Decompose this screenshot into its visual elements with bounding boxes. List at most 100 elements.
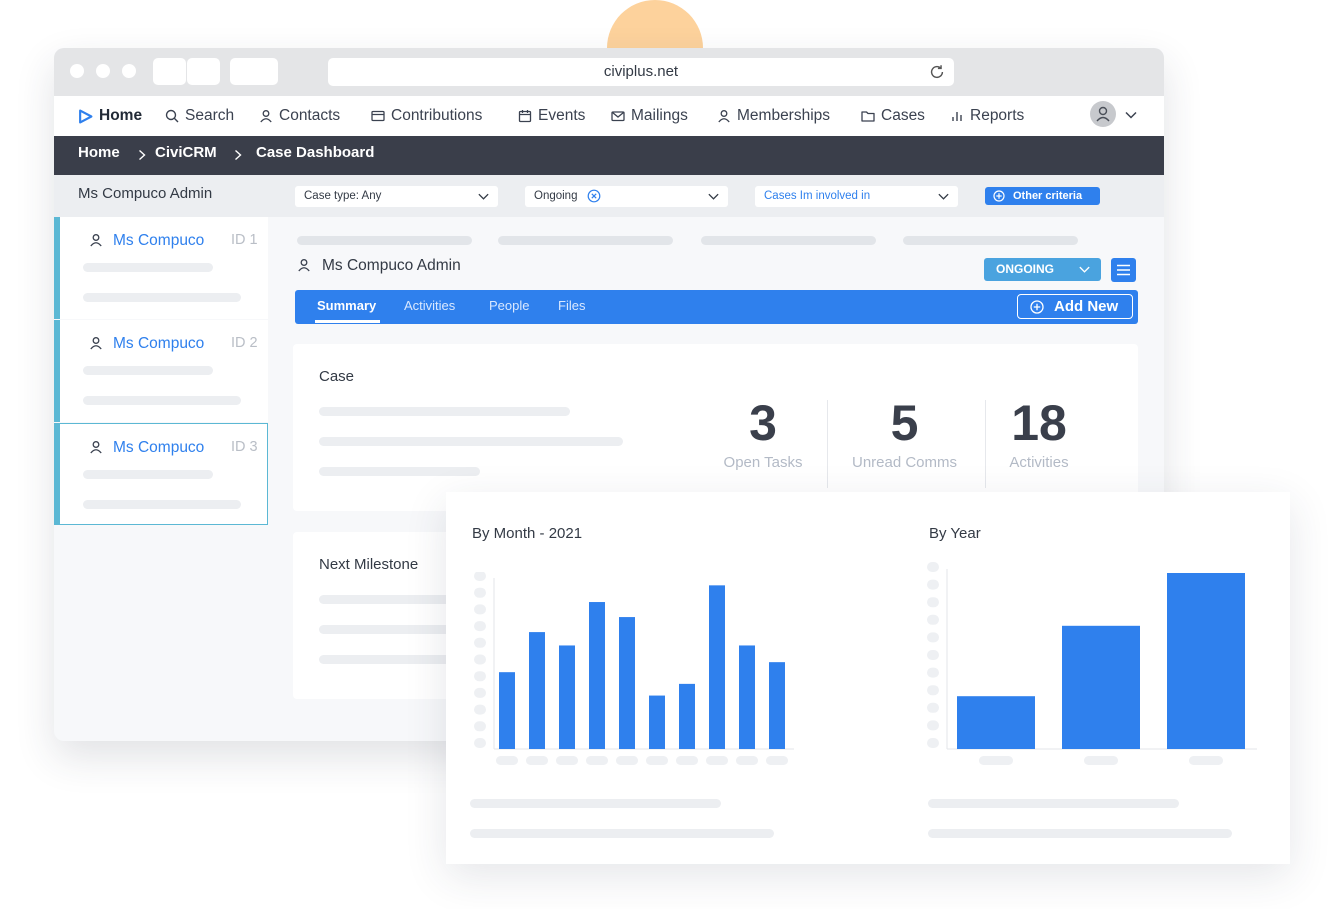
chart-bar	[769, 662, 785, 749]
window-maximize-dot[interactable]	[122, 64, 136, 78]
skeleton-line	[928, 799, 1179, 808]
nav-reports-label: Reports	[970, 107, 1025, 124]
url-text: civiplus.net	[603, 63, 679, 80]
chevron-down-icon	[478, 193, 489, 200]
user-icon	[90, 337, 102, 350]
y-tick-placeholder	[927, 632, 939, 643]
chart-bar	[559, 645, 575, 749]
nav-reports[interactable]: Reports	[950, 96, 1024, 136]
skeleton-line	[83, 293, 241, 302]
back-button[interactable]	[153, 58, 186, 85]
y-tick-placeholder	[474, 704, 486, 715]
y-tick-placeholder	[474, 621, 486, 632]
breadcrumb-case-dashboard[interactable]: Case Dashboard	[256, 136, 374, 170]
nav-cases-label: Cases	[881, 107, 925, 124]
menu-button[interactable]	[1111, 258, 1136, 282]
stage: civiplus.net Home Search Contacts Contri…	[0, 0, 1334, 909]
skeleton-line	[319, 595, 459, 604]
skeleton-line	[83, 500, 241, 509]
chart-bar	[1062, 625, 1140, 749]
main-nav: Home Search Contacts Contributions Event…	[54, 96, 1164, 136]
other-criteria-label: Other criteria	[1013, 190, 1083, 202]
tab-people[interactable]: People	[489, 290, 529, 322]
user-icon	[718, 110, 730, 123]
case-card-2[interactable]: Ms Compuco ID 2	[54, 320, 268, 422]
nav-home[interactable]: Home	[78, 96, 142, 136]
skeleton-line	[83, 366, 213, 375]
window-minimize-dot[interactable]	[96, 64, 110, 78]
skeleton-line	[498, 236, 673, 245]
nav-memberships[interactable]: Memberships	[717, 96, 830, 136]
window-close-dot[interactable]	[70, 64, 84, 78]
forward-button[interactable]	[187, 58, 220, 85]
user-avatar[interactable]	[1090, 101, 1116, 127]
y-tick-placeholder	[927, 614, 939, 625]
add-new-button[interactable]: Add New	[1017, 294, 1133, 319]
nav-home-label: Home	[99, 107, 143, 124]
breadcrumb-civicrm[interactable]: CiviCRM	[155, 136, 217, 170]
credit-card-icon	[371, 110, 385, 122]
breadcrumb-home[interactable]: Home	[78, 136, 120, 170]
chart-bar	[739, 645, 755, 749]
user-icon	[260, 110, 272, 123]
plus-circle-icon	[993, 190, 1005, 202]
status-select[interactable]: Ongoing	[525, 186, 728, 207]
case-card-3[interactable]: Ms Compuco ID 3	[54, 423, 268, 525]
skeleton-line	[319, 407, 570, 416]
nav-search[interactable]: Search	[165, 96, 234, 136]
case-card-1[interactable]: Ms Compuco ID 1	[54, 217, 268, 319]
user-icon	[298, 259, 310, 272]
hamburger-icon	[1117, 264, 1130, 276]
filter-bar: Ms Compuco Admin Case type: Any Ongoing …	[54, 175, 1164, 217]
x-tick-placeholder	[496, 756, 518, 765]
add-new-label: Add New	[1054, 298, 1119, 315]
url-bar[interactable]: civiplus.net	[328, 58, 954, 86]
chevron-right-icon	[139, 149, 146, 161]
nav-contacts[interactable]: Contacts	[259, 96, 340, 136]
nav-cases[interactable]: Cases	[861, 96, 925, 136]
nav-events[interactable]: Events	[518, 96, 585, 136]
case-type-select[interactable]: Case type: Any	[295, 186, 498, 207]
nav-mailings-label: Mailings	[631, 107, 688, 124]
reload-icon[interactable]	[928, 63, 946, 81]
tab-summary[interactable]: Summary	[317, 290, 376, 322]
y-tick-placeholder	[474, 637, 486, 648]
stat-open-tasks: 3 Open Tasks	[713, 396, 813, 471]
nav-contributions[interactable]: Contributions	[371, 96, 482, 136]
nav-search-label: Search	[185, 107, 235, 124]
y-tick-placeholder	[474, 721, 486, 732]
tabs-button[interactable]	[230, 58, 278, 85]
skeleton-line	[319, 467, 480, 476]
y-tick-placeholder	[474, 572, 486, 581]
skeleton-line	[928, 829, 1232, 838]
bar-chart-icon	[952, 112, 962, 121]
chevron-down-icon[interactable]	[1124, 108, 1138, 122]
skeleton-line	[470, 799, 721, 808]
monthly-bar-chart	[474, 572, 794, 765]
status-dropdown-button[interactable]: ONGOING	[984, 258, 1101, 281]
y-tick-placeholder	[927, 702, 939, 713]
chart-bar	[619, 617, 635, 749]
clear-circle-icon[interactable]	[587, 189, 601, 203]
y-tick-placeholder	[927, 720, 939, 731]
tab-activities[interactable]: Activities	[404, 290, 455, 322]
filter-title: Ms Compuco Admin	[78, 185, 213, 202]
x-tick-placeholder	[526, 756, 548, 765]
y-tick-placeholder	[474, 587, 486, 598]
other-criteria-button[interactable]: Other criteria	[985, 187, 1100, 205]
involvement-select[interactable]: Cases Im involved in	[755, 186, 958, 207]
status-value: Ongoing	[534, 190, 578, 202]
x-tick-placeholder	[676, 756, 698, 765]
tab-files[interactable]: Files	[558, 290, 585, 322]
chart-bar	[529, 632, 545, 749]
chart-title-year: By Year	[929, 525, 981, 542]
case-card-title: Case	[319, 368, 355, 385]
nav-mailings[interactable]: Mailings	[611, 96, 688, 136]
stat-divider	[985, 400, 986, 488]
chevron-down-icon	[1079, 266, 1090, 273]
skeleton-line	[83, 263, 213, 272]
case-type-value: Case type: Any	[304, 190, 382, 202]
chart-bar	[957, 696, 1035, 749]
case-card-name: Ms Compuco	[113, 232, 205, 249]
chart-bar	[649, 695, 665, 749]
